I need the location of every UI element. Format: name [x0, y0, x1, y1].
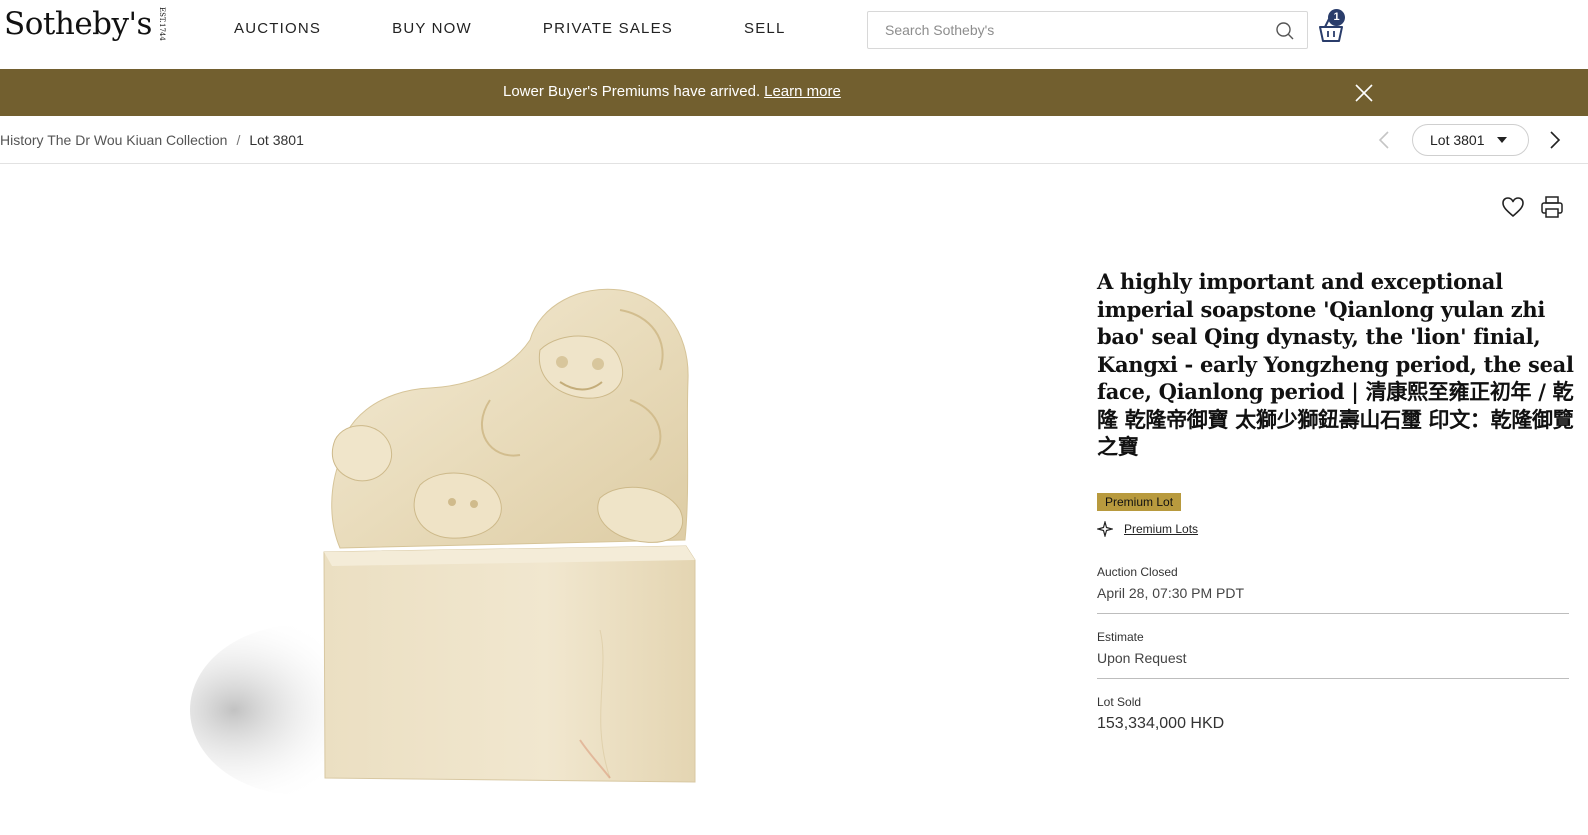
printer-icon[interactable] [1540, 195, 1564, 219]
divider [1097, 612, 1569, 614]
heart-icon[interactable] [1501, 196, 1525, 218]
estimate: Estimate Upon Request [1097, 630, 1577, 666]
auction-status-label: Auction Closed [1097, 564, 1178, 579]
premium-lots-row: Premium Lots [1097, 520, 1577, 537]
premium-lots-link[interactable]: Premium Lots [1124, 522, 1198, 536]
logo-est-mark: EST. 1744 [158, 7, 166, 41]
cart-button[interactable]: 1 [1316, 9, 1346, 43]
estimate-label: Estimate [1097, 629, 1144, 644]
banner-text: Lower Buyer's Premiums have arrived. [503, 83, 761, 100]
estimate-value: Upon Request [1097, 649, 1187, 666]
lot-selector-value: Lot 3801 [1430, 132, 1485, 148]
breadcrumb-collection-link[interactable]: History The Dr Wou Kiuan Collection [0, 132, 227, 148]
nav-buy-now[interactable]: BUY NOW [392, 20, 472, 37]
premium-lot-badge: Premium Lot [1097, 492, 1182, 511]
lot-sold-label: Lot Sold [1097, 694, 1142, 709]
breadcrumb-current-lot: Lot 3801 [249, 132, 304, 148]
banner-learn-more-link[interactable]: Learn more [764, 83, 841, 100]
sparkle-icon [1097, 520, 1113, 537]
breadcrumb-bar: History The Dr Wou Kiuan Collection / Lo… [0, 116, 1588, 164]
lot-image[interactable] [190, 270, 750, 800]
nav-private-sales[interactable]: PRIVATE SALES [543, 20, 673, 37]
promo-banner: Lower Buyer's Premiums have arrived. Lear… [0, 69, 1588, 116]
logo-est-year: 1744 [157, 22, 166, 41]
search-input[interactable] [885, 12, 1275, 48]
auction-status: Auction Closed April 28, 07:30 PM PDT [1097, 565, 1577, 601]
sothebys-logo[interactable]: Sotheby's EST. 1744 [4, 6, 166, 42]
main-nav: AUCTIONS BUY NOW PRIVATE SALES SELL [234, 20, 857, 37]
lot-sold-value: 153,334,000 HKD [1097, 714, 1225, 732]
lot-details: A highly important and exceptional imper… [1097, 268, 1577, 733]
search-icon[interactable] [1275, 21, 1295, 41]
search-box [867, 11, 1308, 49]
chevron-left-icon[interactable] [1376, 130, 1392, 150]
logo-est-label: EST. [157, 7, 166, 23]
close-icon[interactable] [1354, 83, 1374, 103]
lot-selector[interactable]: Lot 3801 [1412, 124, 1529, 156]
lot-title: A highly important and exceptional imper… [1097, 269, 1574, 459]
breadcrumb: History The Dr Wou Kiuan Collection / Lo… [0, 132, 304, 148]
site-header: Sotheby's EST. 1744 AUCTIONS BUY NOW PRI… [0, 0, 1588, 69]
breadcrumb-separator: / [236, 132, 241, 148]
lot-sold: Lot Sold 153,334,000 HKD [1097, 695, 1577, 733]
nav-auctions[interactable]: AUCTIONS [234, 20, 321, 37]
auction-status-value: April 28, 07:30 PM PDT [1097, 584, 1245, 601]
chevron-right-icon[interactable] [1547, 130, 1563, 150]
caret-down-icon [1497, 137, 1507, 143]
divider [1097, 677, 1569, 679]
logo-wordmark: Sotheby's [4, 6, 152, 42]
banner-message: Lower Buyer's Premiums have arrived. Lear… [503, 83, 841, 100]
cart-count-badge: 1 [1328, 9, 1345, 26]
nav-sell[interactable]: SELL [744, 20, 786, 37]
